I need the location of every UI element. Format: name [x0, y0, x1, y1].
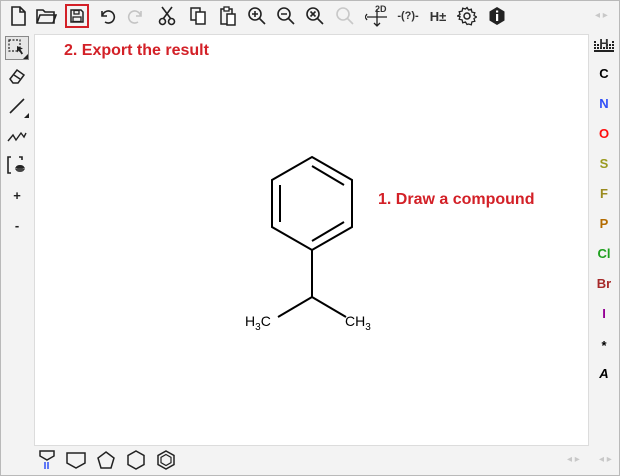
zoom-out-icon[interactable] — [275, 5, 297, 27]
hydrogens-label: H± — [429, 8, 447, 24]
paste-icon[interactable] — [217, 5, 239, 27]
atom-button-i[interactable]: I — [589, 304, 619, 324]
select-tool-button[interactable] — [5, 36, 29, 60]
hydrogens-button[interactable]: H± — [426, 5, 450, 27]
chain-tool-icon[interactable] — [5, 123, 29, 147]
template-library-icon[interactable] — [35, 449, 59, 471]
query-features-label: -(?)- — [397, 10, 419, 22]
double-bond-1[interactable] — [311, 165, 345, 186]
atom-button-p[interactable]: P — [589, 214, 619, 234]
settings-gear-icon[interactable] — [456, 5, 478, 27]
zoom-in-icon[interactable] — [246, 5, 268, 27]
charge-minus-button[interactable]: - — [5, 213, 29, 237]
atom-button-cl[interactable]: Cl — [589, 244, 619, 264]
template-cyclohexane-icon[interactable] — [124, 449, 148, 471]
charge-plus-label: + — [13, 187, 21, 203]
ketcher-editor: 2D -(?)- H± ◂ ▸ + - 2. Export the result… — [0, 0, 620, 476]
template-toolbar: ◂ ▸ ◂ ▸ — [1, 445, 619, 475]
save-icon[interactable] — [65, 4, 89, 28]
toolbar-scroll-arrows-icon[interactable]: ◂ ▸ — [595, 10, 608, 21]
cut-icon[interactable] — [156, 5, 178, 27]
check-structure-icon[interactable] — [334, 5, 356, 27]
atom-button-h[interactable]: H — [589, 34, 619, 54]
layout-2d-button[interactable]: 2D — [365, 4, 391, 27]
rgroup-tool-icon[interactable] — [5, 153, 29, 177]
palette-scroll-arrows-icon[interactable]: ◂ ▸ — [599, 454, 612, 465]
charge-minus-label: - — [14, 217, 20, 233]
atom-button-any[interactable]: * — [589, 336, 619, 356]
right-methyl-label[interactable]: CH3 — [345, 313, 371, 333]
atom-button-o[interactable]: O — [589, 124, 619, 144]
bond-group-corner-icon — [24, 113, 29, 118]
left-methyl-label[interactable]: H3C — [245, 313, 271, 333]
layout-2d-label: 2D — [375, 4, 387, 14]
atom-button-a[interactable]: A — [589, 364, 619, 384]
benzene-ring[interactable] — [271, 155, 353, 252]
molecule-drawing[interactable]: H3C CH3 — [35, 35, 588, 445]
tool-group-corner-icon — [23, 54, 28, 59]
template-cyclohexane-flat-icon[interactable] — [64, 449, 88, 471]
new-document-icon[interactable] — [7, 5, 29, 27]
open-folder-icon[interactable] — [35, 5, 57, 27]
bond-ch-left-methyl[interactable] — [277, 296, 313, 318]
atom-button-br[interactable]: Br — [589, 274, 619, 294]
bond-tool-icon[interactable] — [5, 94, 29, 118]
atom-button-f[interactable]: F — [589, 184, 619, 204]
double-bond-2[interactable] — [311, 221, 345, 242]
bond-ch-right-methyl[interactable] — [311, 296, 347, 318]
template-benzene-icon[interactable] — [154, 449, 178, 471]
clear-canvas-icon[interactable] — [304, 5, 326, 27]
template-cyclopentane-icon[interactable] — [94, 449, 118, 471]
undo-icon[interactable] — [96, 5, 118, 27]
charge-plus-button[interactable]: + — [5, 183, 29, 207]
query-features-button[interactable]: -(?)- — [394, 5, 422, 27]
atom-button-n[interactable]: N — [589, 94, 619, 114]
template-scroll-arrows-icon[interactable]: ◂ ▸ — [567, 454, 580, 465]
top-toolbar: 2D -(?)- H± ◂ ▸ — [1, 1, 619, 33]
drawing-canvas[interactable]: 2. Export the result 1. Draw a compound … — [34, 34, 589, 446]
redo-icon[interactable] — [125, 5, 147, 27]
info-icon[interactable] — [486, 5, 508, 27]
atom-palette: H C N O S F P Cl Br I * A — [589, 33, 619, 445]
left-toolbar: + - — [1, 33, 33, 445]
atom-button-s[interactable]: S — [589, 154, 619, 174]
copy-icon[interactable] — [187, 5, 209, 27]
eraser-icon[interactable] — [5, 64, 29, 88]
atom-button-c[interactable]: C — [589, 64, 619, 84]
